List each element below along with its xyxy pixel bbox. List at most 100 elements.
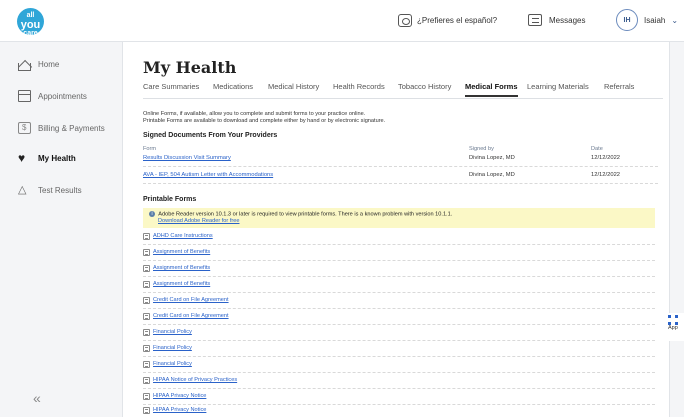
sidebar-item-appointments[interactable]: Appointments (18, 90, 87, 102)
download-adobe-link[interactable]: Download Adobe Reader for free (158, 218, 655, 225)
sidebar: Home Appointments Billing & Payments ♥ M… (0, 42, 122, 417)
sidebar-item-label: Home (38, 60, 60, 69)
sidebar-item-billing[interactable]: Billing & Payments (18, 122, 105, 134)
printable-form-link[interactable]: HIPAA Privacy Notice (153, 393, 206, 399)
avatar: IH (616, 9, 638, 31)
signed-by: Divina Lopez, MD (469, 172, 515, 178)
tab-medications[interactable]: Medications (213, 82, 253, 91)
list-item: ADHD Care Instructions (143, 230, 655, 245)
list-item: Financial Policy (143, 342, 655, 357)
printable-forms-heading: Printable Forms (143, 196, 197, 203)
page-title: My Health (143, 58, 237, 77)
list-item: HIPAA Privacy Notice (143, 404, 655, 417)
signed-by: Divina Lopez, MD (469, 155, 515, 161)
tab-care-summaries[interactable]: Care Summaries (143, 82, 199, 91)
tab-referrals[interactable]: Referrals (604, 82, 634, 91)
column-header-signed-by: Signed by (469, 146, 494, 152)
sidebar-item-label: Test Results (38, 185, 82, 195)
tab-health-records[interactable]: Health Records (333, 82, 385, 91)
printer-icon (143, 233, 150, 240)
logo-bottom-text: care (23, 30, 38, 37)
chevron-down-icon: ⌄ (671, 15, 679, 25)
logo-main-text: you (20, 19, 41, 31)
signed-documents-heading: Signed Documents From Your Providers (143, 132, 278, 139)
list-item: HIPAA Notice of Privacy Practices (143, 374, 655, 389)
sidebar-item-label: My Health (38, 153, 76, 163)
printable-form-link[interactable]: HIPAA Notice of Privacy Practices (153, 377, 237, 383)
list-item: HIPAA Privacy Notice (143, 390, 655, 405)
intro-text: Online Forms, if available, allow you to… (143, 111, 563, 125)
calendar-icon (18, 90, 31, 102)
messages-label: Messages (549, 15, 586, 25)
printer-icon (143, 281, 150, 288)
spanish-language-label: ¿Prefieres el español? (417, 16, 498, 25)
column-header-date: Date (591, 146, 603, 152)
printer-icon (143, 313, 150, 320)
tab-learning-materials[interactable]: Learning Materials (527, 82, 589, 91)
printer-icon (143, 377, 150, 384)
intro-line: Online Forms, if available, allow you to… (143, 111, 366, 117)
flask-icon: △ (18, 184, 27, 196)
printer-icon (143, 265, 150, 272)
messages-button[interactable]: Messages (528, 14, 585, 26)
list-item: Financial Policy (143, 326, 655, 341)
allyoucare-logo[interactable]: all you care (17, 8, 44, 37)
list-item: Credit Card on File Agreement (143, 294, 655, 309)
language-icon (398, 14, 412, 27)
user-name: Isaiah (644, 15, 666, 25)
printable-form-link[interactable]: Assignment of Benefits (153, 281, 210, 287)
top-header: all you care ¿Prefieres el español? Mess… (0, 0, 684, 42)
printable-form-link[interactable]: Credit Card on File Agreement (153, 313, 229, 319)
qr-code-icon (668, 315, 678, 325)
printable-form-link[interactable]: Financial Policy (153, 361, 192, 367)
signed-date: 12/12/2022 (591, 155, 621, 161)
printable-form-link[interactable]: HIPAA Privacy Notice (153, 407, 206, 413)
printable-form-link[interactable]: Assignment of Benefits (153, 249, 210, 255)
spanish-language-link[interactable]: ¿Prefieres el español? (398, 14, 497, 27)
logo-top-text: all (26, 12, 35, 19)
printer-icon (143, 393, 150, 400)
column-header-form: Form (143, 146, 157, 152)
sidebar-item-test-results[interactable]: △ Test Results (18, 184, 82, 196)
printer-icon (143, 297, 150, 304)
printer-icon (143, 345, 150, 352)
signed-date: 12/12/2022 (591, 172, 621, 178)
list-item: Assignment of Benefits (143, 278, 655, 293)
messages-icon (528, 14, 542, 26)
sidebar-item-home[interactable]: Home (18, 60, 60, 71)
tab-medical-history[interactable]: Medical History (268, 82, 319, 91)
intro-line: Printable Forms are available to downloa… (143, 118, 386, 124)
signed-document-link[interactable]: AVA - IEP, 504 Autism Letter with Accomm… (143, 172, 273, 178)
user-menu[interactable]: IH Isaiah ⌄ (616, 9, 678, 31)
list-item: Assignment of Benefits (143, 262, 655, 277)
tab-tobacco-history[interactable]: Tobacco History (398, 82, 451, 91)
notice-text: Adobe Reader version 10.1.3 or later is … (158, 211, 453, 218)
list-item: Financial Policy (143, 358, 655, 373)
signed-document-link[interactable]: Results Discussion Visit Summary (143, 155, 231, 161)
heart-icon: ♥ (18, 151, 26, 165)
printable-form-link[interactable]: Credit Card on File Agreement (153, 297, 229, 303)
table-row: Results Discussion Visit Summary Divina … (143, 153, 658, 167)
printable-form-link[interactable]: Financial Policy (153, 345, 192, 351)
list-item: Assignment of Benefits (143, 246, 655, 261)
sidebar-item-my-health[interactable]: ♥ My Health (18, 152, 76, 164)
app-download-widget[interactable]: App (668, 313, 684, 341)
printable-form-link[interactable]: Assignment of Benefits (153, 265, 210, 271)
app-widget-label: App (668, 325, 678, 331)
printable-form-link[interactable]: ADHD Care Instructions (153, 233, 213, 239)
table-row: AVA - IEP, 504 Autism Letter with Accomm… (143, 170, 658, 184)
printer-icon (143, 249, 150, 256)
sidebar-item-label: Billing & Payments (38, 123, 105, 133)
printer-icon (143, 361, 150, 368)
info-icon: i (149, 211, 155, 217)
home-icon (18, 62, 31, 71)
printable-form-link[interactable]: Financial Policy (153, 329, 192, 335)
collapse-sidebar-button[interactable]: « (33, 390, 41, 406)
list-item: Credit Card on File Agreement (143, 310, 655, 325)
tab-bar: Care Summaries Medications Medical Histo… (143, 82, 663, 99)
tab-medical-forms[interactable]: Medical Forms (465, 82, 518, 97)
sidebar-item-label: Appointments (38, 91, 87, 101)
printer-icon (143, 329, 150, 336)
adobe-reader-notice: i Adobe Reader version 10.1.3 or later i… (143, 208, 655, 228)
main-content: My Health Care Summaries Medications Med… (122, 42, 670, 417)
